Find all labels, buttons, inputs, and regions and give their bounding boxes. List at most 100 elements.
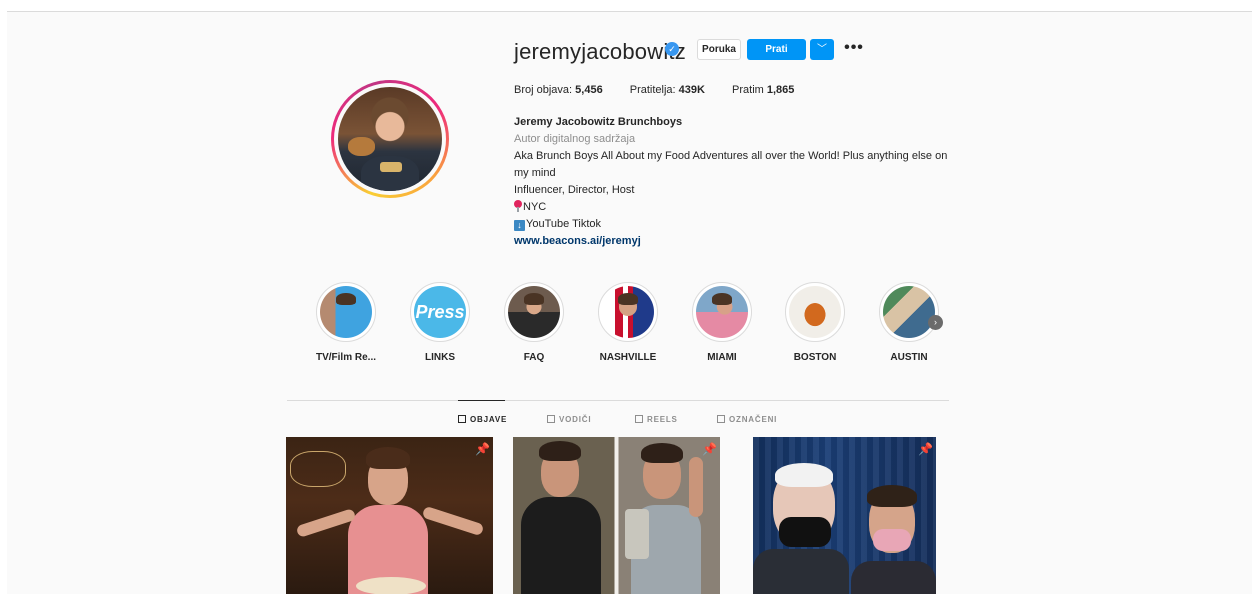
bio-location-text: NYC [523, 201, 547, 213]
highlight-ring [504, 282, 564, 342]
tab-guides-label: VODIČI [559, 415, 592, 424]
post-person-arm [689, 457, 703, 517]
more-options-icon[interactable]: ••• [843, 39, 865, 60]
highlight-label: NASHVILLE [599, 352, 657, 363]
post-person-body [521, 497, 601, 594]
highlight-thumb-hair [617, 293, 639, 305]
pinned-post-icon: 📌 [475, 442, 490, 456]
post-person-hair [641, 443, 683, 463]
post-face-mask [873, 529, 911, 551]
profile-category: Autor digitalnog sadržaja [514, 133, 636, 145]
tab-posts-label: OBJAVE [470, 415, 508, 424]
bio-external-link[interactable]: www.beacons.ai/jeremyj [514, 233, 954, 250]
post-towel [625, 509, 649, 559]
highlight-miami[interactable]: MIAMI [682, 282, 762, 363]
highlight-ring [879, 282, 939, 342]
tab-guides[interactable]: VODIČI [547, 415, 591, 424]
follow-button[interactable]: Prati [747, 39, 806, 60]
post-tile[interactable]: 📌 [753, 437, 936, 594]
post-person-arm [421, 505, 485, 537]
round-pushpin-icon [514, 200, 522, 212]
message-button[interactable]: Poruka [697, 39, 741, 60]
active-tab-indicator [458, 400, 505, 401]
bio-platforms-text: YouTube Tiktok [526, 218, 602, 230]
post-person-hair [366, 447, 410, 469]
posts-count: Broj objava: 5,456 [514, 84, 606, 96]
profile-full-name: Jeremy Jacobowitz Brunchboys [514, 116, 683, 128]
pinned-post-icon: 📌 [702, 442, 717, 456]
highlight-thumbnail [883, 286, 935, 338]
following-count[interactable]: Pratim 1,865 [732, 84, 794, 96]
highlight-tv-film[interactable]: TV/Film Re... [306, 282, 386, 363]
tab-reels[interactable]: REELS [635, 415, 678, 424]
highlights-next-arrow-icon[interactable]: › [928, 315, 943, 330]
followers-count-label: Pratitelja: [629, 84, 676, 96]
highlight-thumb-hair [523, 293, 545, 305]
grid-icon [458, 415, 466, 423]
profile-bio: Jeremy Jacobowitz Brunchboys Autor digit… [514, 114, 954, 250]
pinned-post-icon: 📌 [918, 442, 933, 456]
profile-page: jeremyjacobowitz ✓ Poruka Prati ﹀ ••• Br… [7, 11, 1252, 594]
highlight-label: FAQ [523, 352, 545, 363]
followers-count-value: 439K [678, 84, 705, 96]
posts-count-label: Broj objava: [514, 84, 573, 96]
post-person-body [851, 561, 936, 594]
highlight-ring [316, 282, 376, 342]
avatar-frame [334, 83, 446, 195]
tagged-icon [717, 415, 725, 423]
bio-line-roles: Influencer, Director, Host [514, 184, 635, 196]
post-person-hair [867, 485, 917, 507]
profile-avatar-story-ring[interactable] [331, 80, 449, 198]
highlight-label: MIAMI [707, 352, 737, 363]
post-tile[interactable]: 📌 [286, 437, 493, 594]
highlight-thumbnail [602, 286, 654, 338]
highlight-thumbnail [320, 286, 372, 338]
tab-reels-label: REELS [647, 415, 678, 424]
highlight-label: BOSTON [793, 352, 837, 363]
bio-line-location: NYC [514, 199, 954, 216]
bio-line-description: Aka Brunch Boys All About my Food Advent… [514, 150, 948, 179]
tab-tagged-label: OZNAČENI [729, 415, 778, 424]
highlight-label: AUSTIN [890, 352, 928, 363]
profile-username: jeremyjacobowitz [514, 39, 686, 64]
tabs-divider [287, 400, 949, 401]
post-person-hair [539, 441, 581, 461]
highlight-boston[interactable]: BOSTON [775, 282, 855, 363]
highlight-ring: Press [410, 282, 470, 342]
avatar-burger [348, 136, 376, 156]
post-tile[interactable]: 📌 [513, 437, 720, 594]
reels-icon [635, 415, 643, 423]
following-count-value: 1,865 [766, 84, 795, 96]
highlight-thumb-hair [711, 293, 733, 305]
post-bg-sign [290, 451, 346, 487]
posts-count-value: 5,456 [575, 84, 603, 96]
suggested-accounts-button[interactable]: ﹀ [810, 39, 834, 60]
post-person-body [753, 549, 849, 594]
highlight-label: TV/Film Re... [315, 352, 376, 363]
avatar-shirt [360, 155, 420, 191]
verified-badge-icon: ✓ [665, 42, 679, 56]
highlight-nashville[interactable]: NASHVILLE [588, 282, 668, 363]
post-face-mask [779, 517, 831, 547]
following-count-label: Pratim [732, 84, 764, 96]
tab-tagged[interactable]: OZNAČENI [717, 415, 777, 424]
highlight-thumbnail-press: Press [414, 286, 466, 338]
avatar [338, 87, 442, 191]
highlight-ring [692, 282, 752, 342]
guide-icon [547, 415, 555, 423]
highlight-ring [785, 282, 845, 342]
bio-line-platforms: ↓ YouTube Tiktok [514, 216, 954, 233]
highlight-links[interactable]: Press LINKS [400, 282, 480, 363]
tab-posts[interactable]: OBJAVE [458, 415, 507, 424]
highlight-ring [598, 282, 658, 342]
profile-stats: Broj objava: 5,456 Pratitelja: 439K Prat… [514, 84, 818, 96]
highlight-thumbnail [508, 286, 560, 338]
avatar-shirt-print [379, 161, 403, 173]
highlight-thumbnail [789, 286, 841, 338]
highlight-label: LINKS [425, 352, 455, 363]
followers-count[interactable]: Pratitelja: 439K [630, 84, 708, 96]
highlight-faq[interactable]: FAQ [494, 282, 574, 363]
post-plate [356, 577, 426, 594]
down-arrow-icon: ↓ [514, 220, 525, 231]
post-person-hair [775, 463, 833, 487]
